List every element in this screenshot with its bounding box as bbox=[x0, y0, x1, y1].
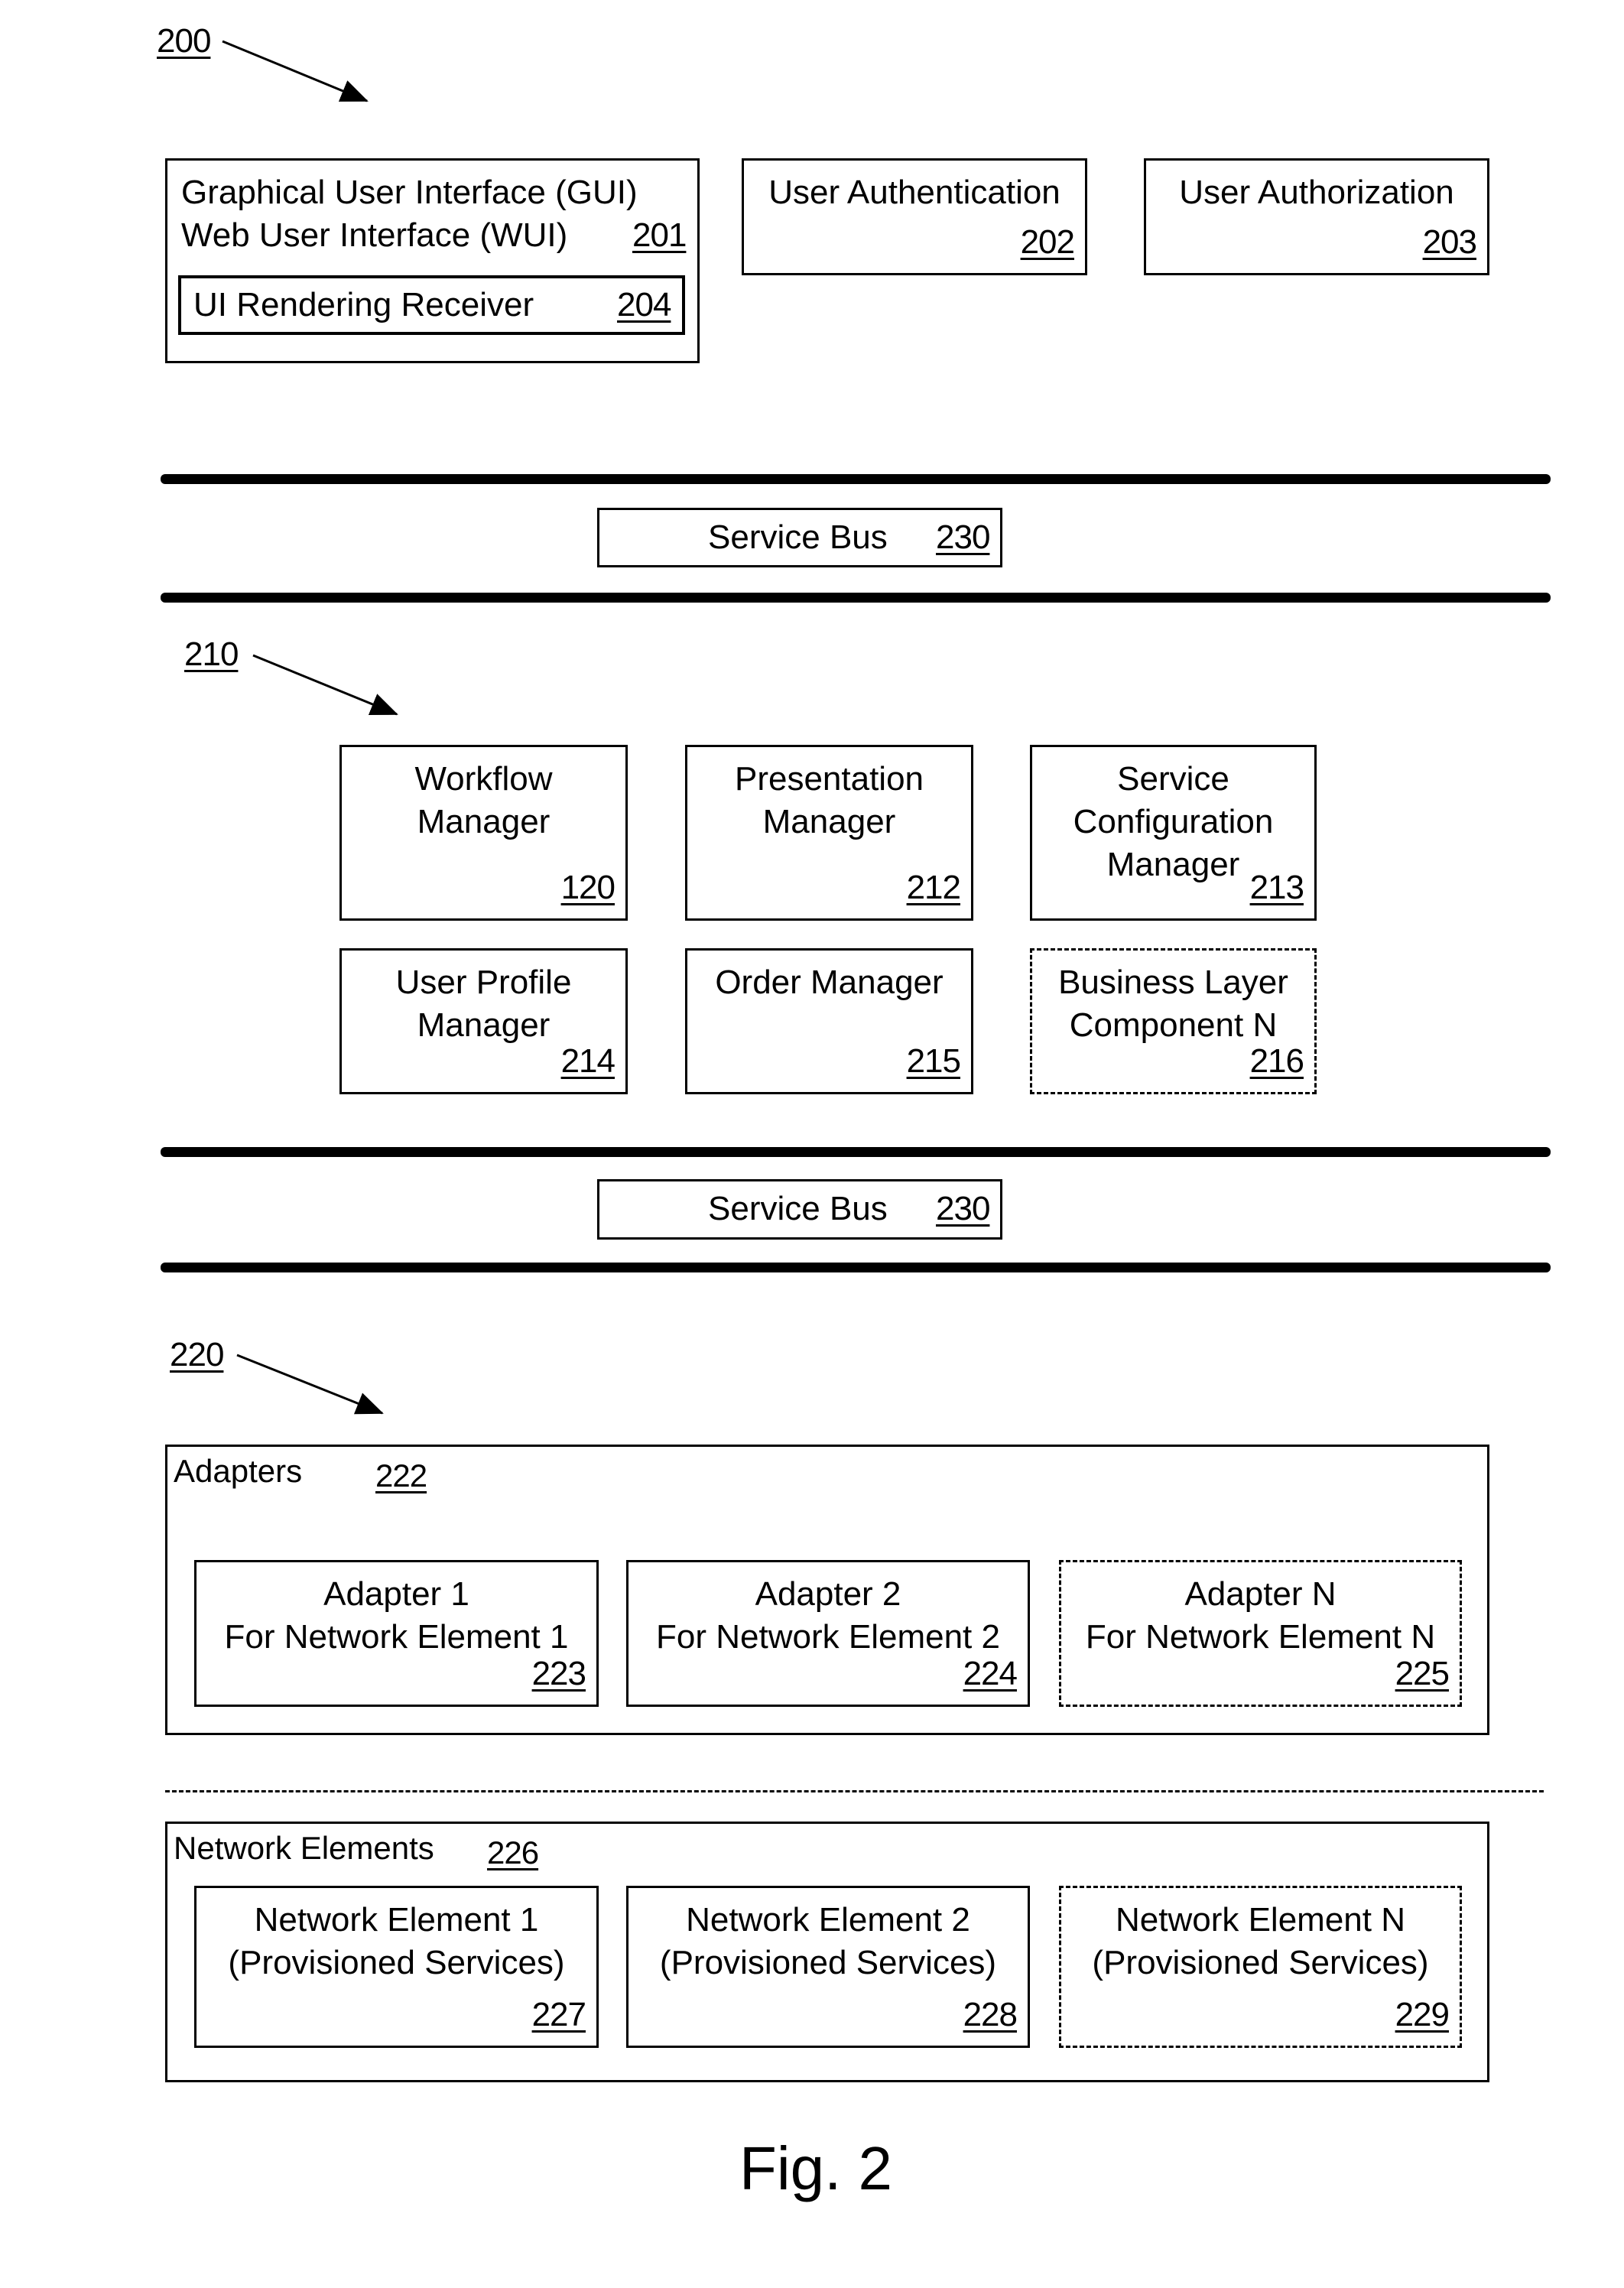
business-layer-component-n-box[interactable]: Business Layer Component N 216 bbox=[1030, 948, 1317, 1094]
user-authorization-label: User Authorization bbox=[1179, 174, 1454, 211]
arrow-220 bbox=[236, 1354, 384, 1415]
arrow-200 bbox=[222, 40, 369, 102]
adapter-n-line1: Adapter N bbox=[1184, 1575, 1337, 1613]
presentation-manager-ref: 212 bbox=[906, 869, 961, 906]
business-layer-ref-label: 210 bbox=[184, 635, 239, 673]
user-authorization-box[interactable]: User Authorization 203 bbox=[1144, 158, 1489, 275]
service-bus-ref-bottom: 230 bbox=[936, 1190, 990, 1227]
user-authentication-box[interactable]: User Authentication 202 bbox=[742, 158, 1087, 275]
service-bus-line-top-upper bbox=[161, 474, 1551, 484]
adapter-network-separator bbox=[165, 1790, 1544, 1792]
order-manager-line1: Order Manager bbox=[715, 964, 944, 1001]
adapter-n-box[interactable]: Adapter N For Network Element N 225 bbox=[1059, 1560, 1462, 1707]
workflow-manager-box[interactable]: Workflow Manager 120 bbox=[339, 745, 628, 921]
network-element-2-ref: 228 bbox=[963, 1996, 1018, 2033]
user-profile-manager-box[interactable]: User Profile Manager 214 bbox=[339, 948, 628, 1094]
network-element-2-box[interactable]: Network Element 2 (Provisioned Services)… bbox=[626, 1886, 1030, 2048]
workflow-manager-ref: 120 bbox=[560, 869, 615, 906]
order-manager-ref: 215 bbox=[906, 1042, 961, 1080]
network-elements-group-box[interactable]: Network Elements 226 Network Element 1 (… bbox=[165, 1822, 1489, 2082]
user-authentication-ref: 202 bbox=[1020, 223, 1075, 261]
network-element-1-line1: Network Element 1 bbox=[254, 1901, 539, 1939]
service-bus-line-bottom-upper bbox=[161, 1147, 1551, 1157]
service-configuration-manager-ref: 213 bbox=[1249, 869, 1304, 906]
adapter-1-box[interactable]: Adapter 1 For Network Element 1 223 bbox=[194, 1560, 599, 1707]
adapter-2-box[interactable]: Adapter 2 For Network Element 2 224 bbox=[626, 1560, 1030, 1707]
adapter-1-ref: 223 bbox=[531, 1655, 586, 1692]
presentation-manager-line1: Presentation bbox=[734, 760, 924, 798]
network-element-2-line2: (Provisioned Services) bbox=[659, 1944, 997, 1981]
business-layer-component-n-ref: 216 bbox=[1249, 1042, 1304, 1080]
user-profile-manager-line1: User Profile bbox=[395, 964, 572, 1001]
workflow-manager-line2: Manager bbox=[417, 803, 551, 840]
adapters-group-ref: 222 bbox=[375, 1458, 427, 1493]
gui-title-line1: Graphical User Interface (GUI) bbox=[181, 174, 638, 211]
adapter-1-line1: Adapter 1 bbox=[323, 1575, 469, 1613]
network-element-n-ref: 229 bbox=[1395, 1996, 1450, 2033]
service-bus-label-top: Service Bus bbox=[708, 518, 888, 556]
service-configuration-manager-line2: Configuration bbox=[1073, 803, 1274, 840]
network-elements-group-label: Network Elements bbox=[174, 1830, 434, 1866]
network-element-n-box[interactable]: Network Element N (Provisioned Services)… bbox=[1059, 1886, 1462, 2048]
integration-layer-ref-label: 220 bbox=[170, 1336, 224, 1373]
network-element-1-box[interactable]: Network Element 1 (Provisioned Services)… bbox=[194, 1886, 599, 2048]
service-configuration-manager-line1: Service bbox=[1117, 760, 1229, 798]
order-manager-box[interactable]: Order Manager 215 bbox=[685, 948, 973, 1094]
workflow-manager-line1: Workflow bbox=[414, 760, 553, 798]
ui-rendering-receiver-box[interactable]: UI Rendering Receiver 204 bbox=[178, 275, 685, 335]
service-bus-box-bottom[interactable]: Service Bus 230 bbox=[597, 1179, 1002, 1240]
presentation-manager-box[interactable]: Presentation Manager 212 bbox=[685, 745, 973, 921]
user-profile-manager-ref: 214 bbox=[560, 1042, 615, 1080]
service-bus-label-bottom: Service Bus bbox=[708, 1190, 888, 1227]
service-bus-line-bottom-lower bbox=[161, 1263, 1551, 1272]
network-element-n-line2: (Provisioned Services) bbox=[1092, 1944, 1429, 1981]
service-bus-ref-top: 230 bbox=[936, 518, 990, 556]
adapter-2-ref: 224 bbox=[963, 1655, 1018, 1692]
service-bus-box-top[interactable]: Service Bus 230 bbox=[597, 508, 1002, 567]
gui-box[interactable]: Graphical User Interface (GUI) Web User … bbox=[165, 158, 700, 363]
gui-ref: 201 bbox=[632, 216, 687, 254]
business-layer-component-n-line1: Business Layer bbox=[1058, 964, 1288, 1001]
gui-title-line2: Web User Interface (WUI) bbox=[181, 216, 568, 254]
network-element-2-line1: Network Element 2 bbox=[686, 1901, 970, 1939]
adapter-n-ref: 225 bbox=[1395, 1655, 1450, 1692]
network-element-1-line2: (Provisioned Services) bbox=[228, 1944, 565, 1981]
arrow-210 bbox=[252, 654, 398, 716]
ui-rendering-receiver-ref: 204 bbox=[617, 286, 671, 323]
network-element-1-ref: 227 bbox=[531, 1996, 586, 2033]
presentation-manager-line2: Manager bbox=[762, 803, 896, 840]
user-authentication-label: User Authentication bbox=[768, 174, 1060, 211]
network-element-n-line1: Network Element N bbox=[1115, 1901, 1405, 1939]
service-configuration-manager-box[interactable]: Service Configuration Manager 213 bbox=[1030, 745, 1317, 921]
figure-caption: Fig. 2 bbox=[739, 2134, 893, 2202]
service-bus-line-top-lower bbox=[161, 593, 1551, 603]
adapters-group-box[interactable]: Adapters 222 Adapter 1 For Network Eleme… bbox=[165, 1445, 1489, 1735]
adapter-2-line1: Adapter 2 bbox=[755, 1575, 901, 1613]
network-elements-group-ref: 226 bbox=[487, 1835, 539, 1870]
user-authorization-ref: 203 bbox=[1422, 223, 1477, 261]
ui-rendering-receiver-label: UI Rendering Receiver bbox=[193, 286, 534, 323]
adapters-group-label: Adapters bbox=[174, 1453, 303, 1489]
